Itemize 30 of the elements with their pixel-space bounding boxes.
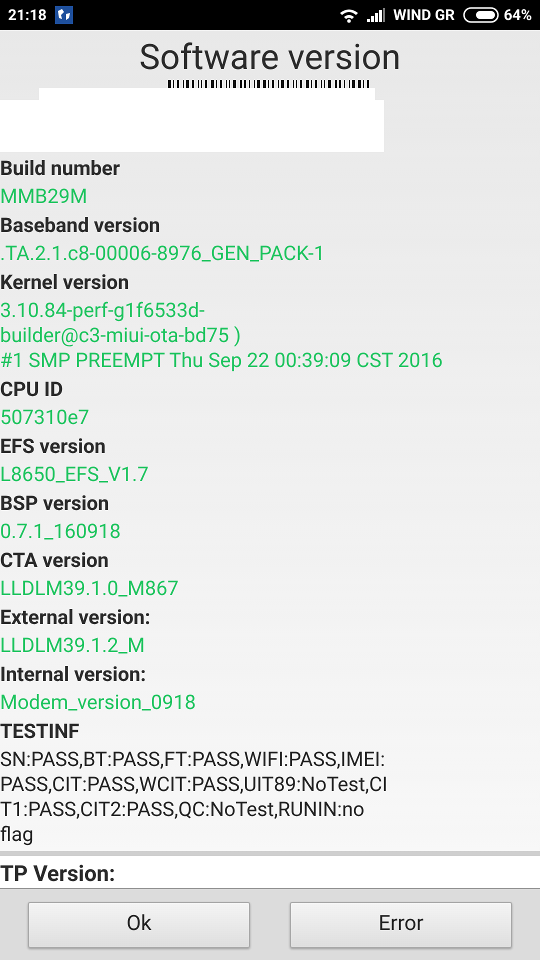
wifi-icon: [339, 8, 360, 22]
signal-icon: [367, 8, 386, 22]
dialog-button[interactable]: Error: [290, 902, 512, 948]
field-value: Modem_version_0918: [0, 689, 197, 716]
field-label: TESTINF: [0, 718, 80, 745]
carrier-name: WIND GR: [393, 4, 455, 26]
field-label: Baseband version: [0, 212, 162, 239]
field-value: LLDLM39.1.2_M: [0, 632, 146, 659]
field-label: Build number: [0, 155, 121, 182]
field-value: MMB29M: [0, 183, 88, 210]
field-label: BSP version: [0, 490, 110, 517]
field-value: SN:PASS,BT:PASS,FT:PASS,WIFI:PASS,IMEI: PASS,CIT:PASS,WCIT:PASS,UIT89:NoTest,CI T1:PASS,CIT2:PASS,QC:NoTest,RUNIN:no flag: [0, 746, 389, 848]
field-value: L8650_EFS_V1.7: [0, 461, 150, 488]
field-value: 507310e7: [0, 404, 90, 431]
field-value: LLDLM39.1.0_M867: [0, 575, 180, 602]
field-value: 0.7.1_160918: [0, 518, 122, 545]
field-label: External version:: [0, 604, 152, 631]
field-value: .TA.2.1.c8-00006-8976_GEN_PACK-1: [0, 240, 326, 267]
status-time: 21:18: [8, 4, 47, 26]
dialog-button[interactable]: Ok: [28, 902, 250, 948]
screen-title: Software version: [139, 36, 401, 80]
field-label: EFS version: [0, 433, 107, 460]
field-label: CPU ID: [0, 376, 64, 403]
field-label: Kernel version: [0, 269, 130, 296]
section-heading: TP Version:: [0, 862, 116, 888]
field-label: Internal version:: [0, 661, 147, 688]
battery-icon: [462, 7, 499, 23]
field-label: CTA version: [0, 547, 110, 574]
battery-percent: 64%: [504, 4, 532, 26]
field-value: 3.10.84-perf-g1f6533d- builder@c3-miui-ota-bd75 ) #1 SMP PREEMPT Thu Sep 22 00:39:09 CST 2016: [0, 297, 444, 374]
